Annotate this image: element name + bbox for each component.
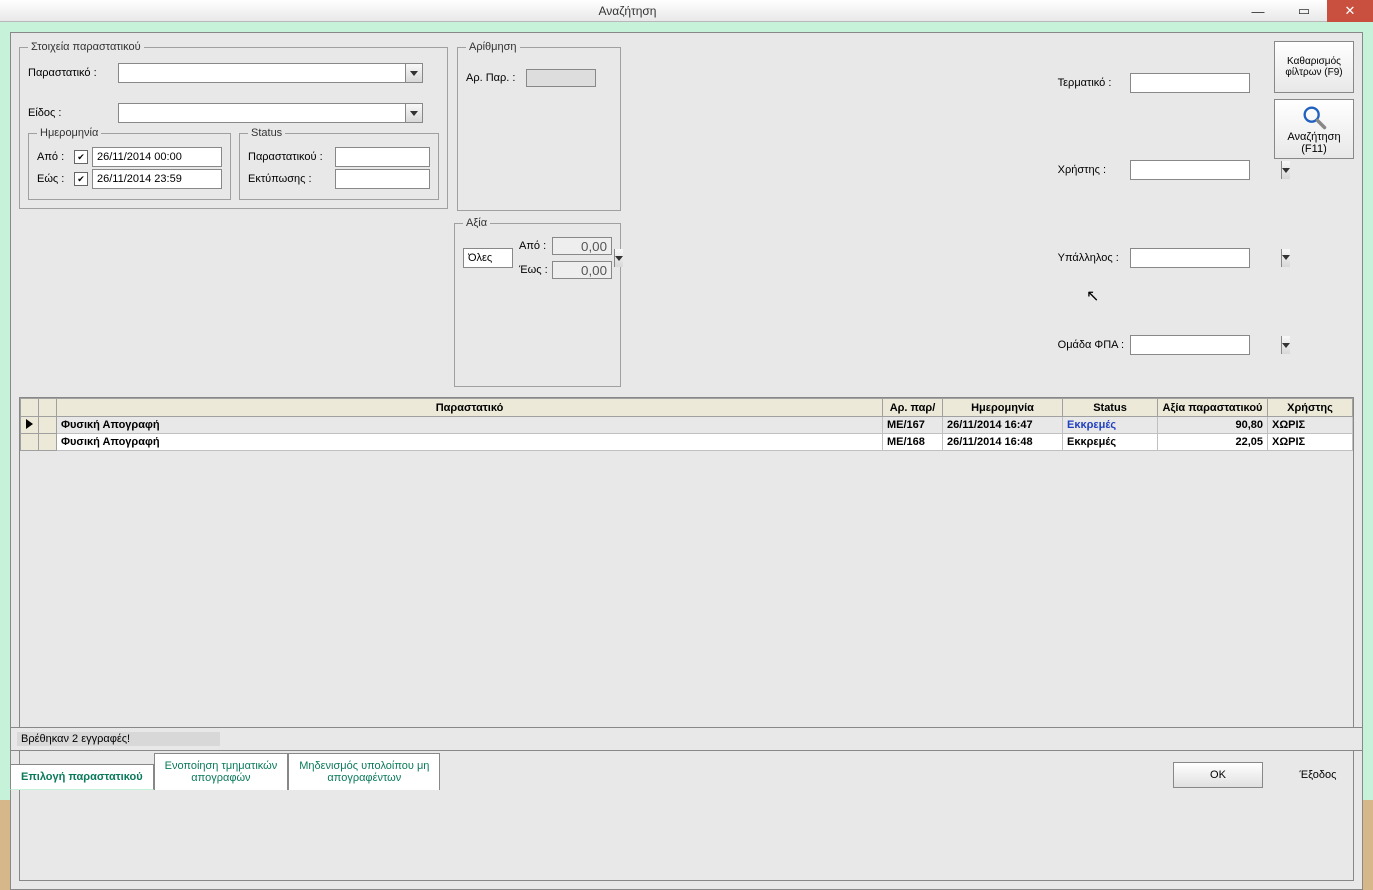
- search-button[interactable]: Αναζήτηση (F11): [1274, 99, 1354, 159]
- date-legend: Ημερομηνία: [37, 127, 101, 139]
- table-row[interactable]: Φυσική Απογραφή ΜΕ/168 26/11/2014 16:48 …: [21, 434, 1353, 451]
- clear-label-1: Καθαρισμός: [1287, 56, 1341, 67]
- cell-status: Εκκρεμές: [1067, 436, 1116, 448]
- cell-value: 90,80: [1235, 419, 1263, 431]
- value-group: Αξία Από : Έως :: [454, 217, 621, 387]
- cell-status: Εκκρεμές: [1067, 419, 1116, 431]
- cell-num: ΜΕ/168: [887, 436, 925, 448]
- ok-button[interactable]: OK: [1173, 762, 1263, 788]
- vat-group-combo[interactable]: [1130, 335, 1250, 355]
- tab-zeroing[interactable]: Μηδενισμός υπολοίπου μη απογραφέντων: [288, 753, 440, 790]
- employee-label: Υπάλληλος :: [1058, 252, 1124, 264]
- table-header-row: Παραστατικό Αρ. παρ/ Ημερομηνία Status Α…: [21, 399, 1353, 417]
- status-print-combo[interactable]: [335, 169, 430, 189]
- date-from-input[interactable]: [92, 147, 222, 167]
- cell-date: 26/11/2014 16:47: [947, 419, 1033, 431]
- value-all-combo[interactable]: [463, 248, 513, 268]
- num-legend: Αρίθμηση: [466, 41, 520, 53]
- value-to-input[interactable]: [552, 261, 612, 279]
- cell-user: ΧΩΡΙΣ: [1272, 436, 1305, 448]
- value-legend: Αξία: [463, 217, 490, 229]
- terminal-combo[interactable]: [1130, 73, 1250, 93]
- chevron-down-icon: [405, 104, 422, 122]
- user-label: Χρήστης :: [1058, 164, 1124, 176]
- results-grid[interactable]: Παραστατικό Αρ. παρ/ Ημερομηνία Status Α…: [19, 397, 1354, 881]
- status-group: Status Παραστατικού : Εκτύπωσης :: [239, 127, 439, 200]
- app-icon: [4, 3, 20, 19]
- numbering-group: Αρίθμηση Αρ. Παρ. :: [457, 41, 621, 211]
- date-from-check[interactable]: ✔: [74, 150, 88, 164]
- current-row-icon: [26, 419, 33, 429]
- chevron-down-icon: [614, 249, 623, 267]
- col-user[interactable]: Χρήστης: [1268, 399, 1353, 417]
- chevron-down-icon: [405, 64, 422, 82]
- tab-merge[interactable]: Ενοποίηση τμηματικών απογραφών: [154, 753, 289, 790]
- right-filters: Τερματικό : Χρήστης : Υπάλληλος : Ομάδα …: [1058, 41, 1260, 387]
- parastatiko-label: Παραστατικό :: [28, 67, 118, 79]
- cell-doc: Φυσική Απογραφή: [61, 419, 160, 431]
- maximize-button[interactable]: ▭: [1281, 0, 1327, 22]
- row-indicator: [21, 417, 39, 434]
- status-message: Βρέθηκαν 2 εγγραφές!: [17, 732, 220, 746]
- col-status[interactable]: Status: [1063, 399, 1158, 417]
- cell-user: ΧΩΡΙΣ: [1272, 419, 1305, 431]
- col-num[interactable]: Αρ. παρ/: [883, 399, 943, 417]
- status-doc-label: Παραστατικού :: [248, 151, 332, 163]
- ar-par-input[interactable]: [526, 69, 596, 87]
- status-bar: Βρέθηκαν 2 εγγραφές!: [10, 727, 1363, 751]
- clear-filters-button[interactable]: Καθαρισμός φίλτρων (F9): [1274, 41, 1354, 93]
- date-group: Ημερομηνία Από : ✔ Εώς : ✔: [28, 127, 231, 200]
- search-icon: [1300, 103, 1328, 131]
- employee-combo[interactable]: [1130, 248, 1250, 268]
- cell-doc: Φυσική Απογραφή: [61, 436, 160, 448]
- doc-details-group: Στοιχεία παραστατικού Παραστατικό : Είδο…: [19, 41, 448, 209]
- status-legend: Status: [248, 127, 285, 139]
- date-to-label: Εώς :: [37, 173, 71, 185]
- title-bar: Αναζήτηση — ▭ ✕: [0, 0, 1373, 22]
- exit-button[interactable]: Έξοδος: [1273, 762, 1363, 788]
- date-to-check[interactable]: ✔: [74, 172, 88, 186]
- value-from-input[interactable]: [552, 237, 612, 255]
- search-label-1: Αναζήτηση: [1287, 131, 1340, 143]
- col-date[interactable]: Ημερομηνία: [943, 399, 1063, 417]
- ar-par-label: Αρ. Παρ. :: [466, 72, 526, 84]
- parastatiko-combo[interactable]: [118, 63, 423, 83]
- col-doc[interactable]: Παραστατικό: [57, 399, 883, 417]
- status-print-label: Εκτύπωσης :: [248, 173, 332, 185]
- cell-num: ΜΕ/167: [887, 419, 925, 431]
- window-title: Αναζήτηση: [20, 4, 1235, 18]
- eidos-combo[interactable]: [118, 103, 423, 123]
- vat-group-label: Ομάδα ΦΠΑ :: [1058, 339, 1124, 351]
- col-value[interactable]: Αξία παραστατικού: [1158, 399, 1268, 417]
- cell-value: 22,05: [1235, 436, 1263, 448]
- table-row[interactable]: Φυσική Απογραφή ΜΕ/167 26/11/2014 16:47 …: [21, 417, 1353, 434]
- close-button[interactable]: ✕: [1327, 0, 1373, 22]
- date-to-input[interactable]: [92, 169, 222, 189]
- eidos-label: Είδος :: [28, 107, 118, 119]
- user-combo[interactable]: [1130, 160, 1250, 180]
- tab-select-doc[interactable]: Επιλογή παραστατικού: [10, 764, 154, 790]
- date-from-label: Από :: [37, 151, 71, 163]
- cell-date: 26/11/2014 16:48: [947, 436, 1033, 448]
- minimize-button[interactable]: —: [1235, 0, 1281, 22]
- search-label-2: (F11): [1301, 143, 1326, 155]
- clear-label-2: φίλτρων (F9): [1285, 67, 1342, 78]
- doc-legend: Στοιχεία παραστατικού: [28, 41, 144, 53]
- value-to-label: Έως :: [519, 264, 549, 276]
- status-doc-combo[interactable]: [335, 147, 430, 167]
- value-from-label: Από :: [519, 240, 549, 252]
- terminal-label: Τερματικό :: [1058, 77, 1124, 89]
